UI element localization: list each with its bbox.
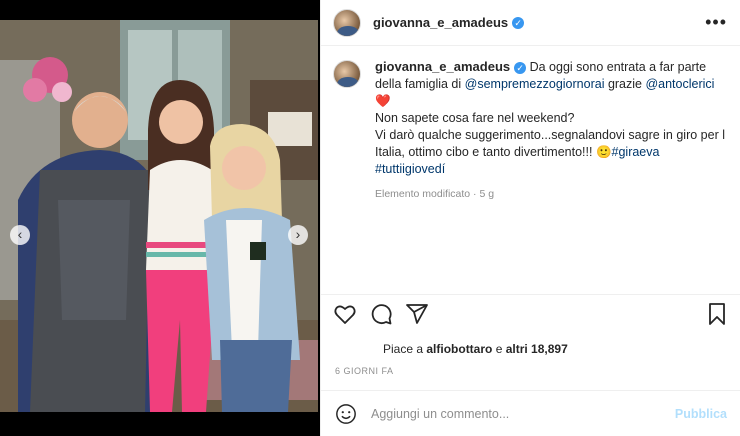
caption-avatar[interactable] — [333, 60, 361, 88]
carousel-next-button[interactable]: › — [288, 225, 308, 245]
caption-line2: Non sapete cosa fare nel weekend? — [375, 111, 575, 125]
post-username[interactable]: giovanna_e_amadeus — [373, 15, 508, 30]
like-heart-icon[interactable] — [333, 302, 357, 326]
post-header: giovanna_e_amadeus ✓ ••• — [321, 0, 740, 46]
verified-badge-icon: ✓ — [512, 16, 525, 29]
post-caption: giovanna_e_amadeus ✓ Da oggi sono entrata… — [333, 58, 733, 203]
carousel-prev-button[interactable]: ‹ — [10, 225, 30, 245]
caption-between: grazie — [604, 77, 646, 91]
share-icon[interactable] — [405, 302, 429, 326]
more-options-icon[interactable]: ••• — [705, 12, 727, 33]
likes-others-link[interactable]: altri 18,897 — [506, 342, 568, 356]
post-photo[interactable]: ‹ › — [0, 20, 318, 412]
caption-line3: Vi darò qualche suggerimento...segnaland… — [375, 128, 725, 159]
emoji-icon[interactable] — [335, 403, 357, 425]
avatar[interactable] — [333, 8, 361, 37]
verified-badge-icon: ✓ — [514, 61, 527, 74]
bookmark-icon[interactable] — [705, 302, 729, 326]
caption-text: giovanna_e_amadeus ✓ Da oggi sono entrata… — [375, 58, 733, 203]
edited-label: Elemento modificato — [375, 188, 471, 200]
comment-input[interactable] — [371, 406, 675, 421]
likes-user-link[interactable]: alfiobottaro — [426, 342, 492, 356]
mention-link[interactable]: @antoclerici — [645, 77, 714, 91]
action-bar — [321, 294, 740, 332]
caption-age[interactable]: 5 g — [479, 188, 494, 200]
heart-emoji: ❤️ — [375, 94, 391, 108]
chevron-left-icon: ‹ — [17, 226, 23, 242]
chevron-right-icon: › — [295, 226, 301, 242]
likes-summary: Piace a alfiobottaro e altri 18,897 — [383, 342, 568, 356]
hashtag-link[interactable]: #tuttiigiovedí — [375, 162, 445, 176]
hashtag-link[interactable]: #giraeva — [612, 145, 660, 159]
comment-icon[interactable] — [369, 302, 393, 326]
publish-button[interactable]: Pubblica — [675, 407, 727, 421]
comment-bar: Pubblica — [321, 390, 740, 436]
caption-username[interactable]: giovanna_e_amadeus — [375, 59, 510, 74]
post-date[interactable]: 6 GIORNI FA — [335, 366, 394, 376]
likes-middle: e — [492, 342, 506, 356]
post-side-panel: giovanna_e_amadeus ✓ ••• giovanna_e_amad… — [320, 0, 740, 436]
mention-link[interactable]: @sempremezzogiornorai — [465, 77, 605, 91]
photo-illustration — [0, 20, 318, 412]
caption-meta: Elemento modificato · 5 g — [375, 188, 495, 200]
likes-prefix: Piace a — [383, 342, 427, 356]
app-frame: ‹ › giovanna_e_amadeus ✓ ••• giovanna_e_… — [0, 0, 740, 436]
